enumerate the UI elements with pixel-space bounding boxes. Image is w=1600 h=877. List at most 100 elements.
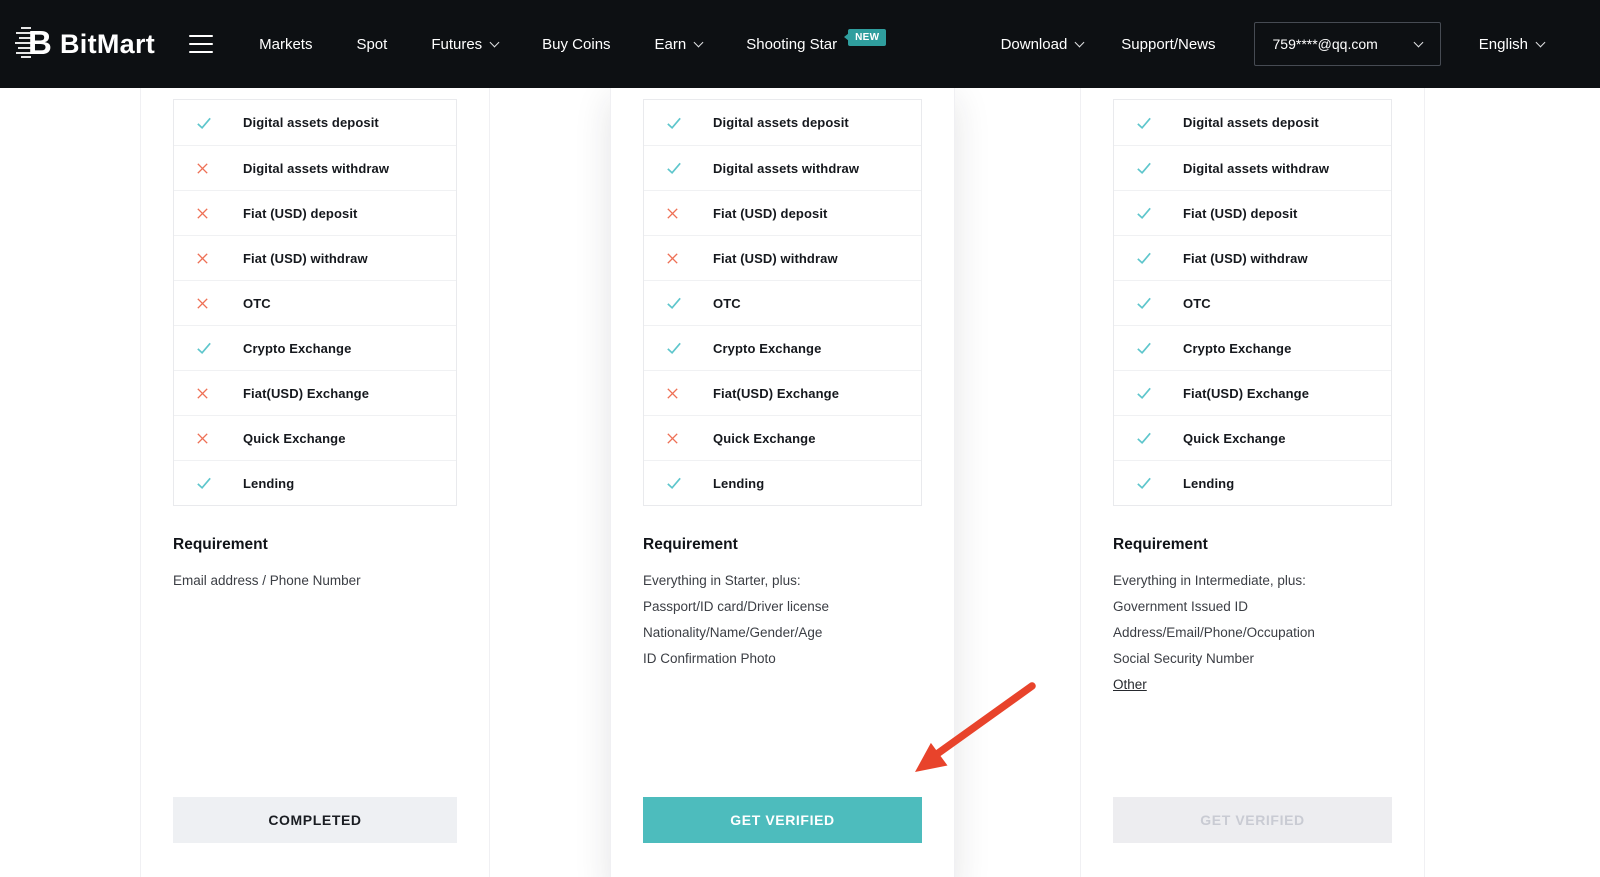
feature-row: Digital assets withdraw	[174, 145, 456, 190]
feature-row: Digital assets deposit	[1114, 100, 1391, 145]
feature-label: Lending	[243, 476, 294, 491]
chevron-down-icon	[490, 38, 500, 48]
feature-label: OTC	[713, 296, 741, 311]
requirement-line: Government Issued ID	[1113, 594, 1392, 620]
requirement-line: Nationality/Name/Gender/Age	[643, 620, 922, 646]
cross-icon	[195, 204, 213, 222]
check-icon	[665, 159, 683, 177]
check-icon	[665, 294, 683, 312]
feature-row: Fiat (USD) deposit	[1114, 190, 1391, 235]
cross-icon	[665, 204, 683, 222]
chevron-down-icon	[1413, 38, 1423, 48]
nav-support-news[interactable]: Support/News	[1121, 36, 1215, 53]
check-icon	[1135, 384, 1153, 402]
feature-row: Crypto Exchange	[174, 325, 456, 370]
feature-label: Fiat(USD) Exchange	[713, 386, 839, 401]
feature-label: Fiat(USD) Exchange	[243, 386, 369, 401]
feature-label: Digital assets deposit	[1183, 115, 1319, 130]
feature-row: Crypto Exchange	[644, 325, 921, 370]
check-icon	[195, 114, 213, 132]
check-icon	[195, 339, 213, 357]
feature-label: Fiat (USD) deposit	[1183, 206, 1297, 221]
requirement-line: Everything in Starter, plus:	[643, 568, 922, 594]
tier-card-intermediate: Digital assets deposit Digital assets wit…	[610, 88, 955, 877]
check-icon	[1135, 339, 1153, 357]
secondary-menu: Download Support/News 759****@qq.com Eng…	[1001, 22, 1544, 66]
check-icon	[1135, 249, 1153, 267]
feature-row: Fiat (USD) deposit	[174, 190, 456, 235]
feature-label: Lending	[1183, 476, 1234, 491]
feature-label: Crypto Exchange	[713, 341, 821, 356]
completed-button: COMPLETED	[173, 797, 457, 843]
feature-row: OTC	[1114, 280, 1391, 325]
check-icon	[1135, 294, 1153, 312]
language-label: English	[1479, 36, 1528, 53]
feature-row: Fiat (USD) withdraw	[644, 235, 921, 280]
nav-buy-coins[interactable]: Buy Coins	[542, 36, 610, 53]
check-icon	[195, 474, 213, 492]
language-selector[interactable]: English	[1479, 36, 1544, 53]
requirement-line: Address/Email/Phone/Occupation	[1113, 620, 1392, 646]
get-verified-button-disabled: GET VERIFIED	[1113, 797, 1392, 843]
check-icon	[665, 114, 683, 132]
feature-row: Fiat(USD) Exchange	[644, 370, 921, 415]
main-menu: Markets Spot Futures Buy Coins Earn Shoo…	[259, 36, 886, 53]
feature-row: Lending	[644, 460, 921, 505]
feature-list: Digital assets deposit Digital assets wit…	[173, 99, 457, 506]
requirement-line: Social Security Number	[1113, 646, 1392, 672]
feature-label: Fiat (USD) deposit	[243, 206, 357, 221]
feature-row: Quick Exchange	[174, 415, 456, 460]
feature-label: Fiat (USD) withdraw	[1183, 251, 1308, 266]
nav-earn[interactable]: Earn	[655, 36, 703, 53]
new-badge: NEW	[848, 29, 886, 46]
feature-label: Digital assets deposit	[243, 115, 379, 130]
cross-icon	[665, 249, 683, 267]
check-icon	[1135, 474, 1153, 492]
feature-label: Lending	[713, 476, 764, 491]
tier-card-starter: Digital assets deposit Digital assets wit…	[140, 88, 490, 877]
feature-label: Digital assets withdraw	[243, 161, 389, 176]
cross-icon	[195, 159, 213, 177]
nav-shooting-star-label: Shooting Star	[746, 36, 837, 53]
feature-row: Lending	[1114, 460, 1391, 505]
feature-row: Fiat(USD) Exchange	[1114, 370, 1391, 415]
requirement-list: Everything in Intermediate, plus:Governm…	[1113, 568, 1392, 698]
feature-label: Quick Exchange	[1183, 431, 1286, 446]
feature-label: Quick Exchange	[713, 431, 816, 446]
feature-row: OTC	[644, 280, 921, 325]
nav-download[interactable]: Download	[1001, 36, 1084, 53]
other-link[interactable]: Other	[1113, 677, 1147, 692]
feature-label: Digital assets withdraw	[1183, 161, 1329, 176]
nav-futures[interactable]: Futures	[431, 36, 498, 53]
get-verified-button[interactable]: GET VERIFIED	[643, 797, 922, 843]
feature-list: Digital assets deposit Digital assets wit…	[643, 99, 922, 506]
nav-markets[interactable]: Markets	[259, 36, 312, 53]
feature-label: Digital assets withdraw	[713, 161, 859, 176]
cross-icon	[195, 429, 213, 447]
feature-row: Quick Exchange	[1114, 415, 1391, 460]
feature-label: Fiat (USD) withdraw	[243, 251, 368, 266]
check-icon	[1135, 159, 1153, 177]
feature-label: Digital assets deposit	[713, 115, 849, 130]
check-icon	[1135, 204, 1153, 222]
cross-icon	[195, 294, 213, 312]
feature-row: Digital assets withdraw	[644, 145, 921, 190]
requirement-line: Email address / Phone Number	[173, 568, 457, 594]
account-dropdown[interactable]: 759****@qq.com	[1254, 22, 1441, 66]
check-icon	[665, 474, 683, 492]
nav-spot[interactable]: Spot	[356, 36, 387, 53]
nav-shooting-star[interactable]: Shooting Star NEW	[746, 36, 886, 53]
feature-label: OTC	[243, 296, 271, 311]
feature-list: Digital assets deposit Digital assets wit…	[1113, 99, 1392, 506]
feature-row: Fiat (USD) withdraw	[1114, 235, 1391, 280]
feature-row: Digital assets deposit	[644, 100, 921, 145]
feature-row: Fiat (USD) withdraw	[174, 235, 456, 280]
verification-tiers-section: Digital assets deposit Digital assets wit…	[0, 88, 1600, 877]
requirement-title: Requirement	[643, 536, 922, 554]
bitmart-logo[interactable]: B BitMart	[14, 23, 155, 66]
brand-name: BitMart	[60, 29, 155, 60]
chevron-down-icon	[1075, 38, 1085, 48]
cross-icon	[195, 249, 213, 267]
hamburger-menu-button[interactable]	[185, 31, 217, 57]
nav-earn-label: Earn	[655, 36, 687, 53]
